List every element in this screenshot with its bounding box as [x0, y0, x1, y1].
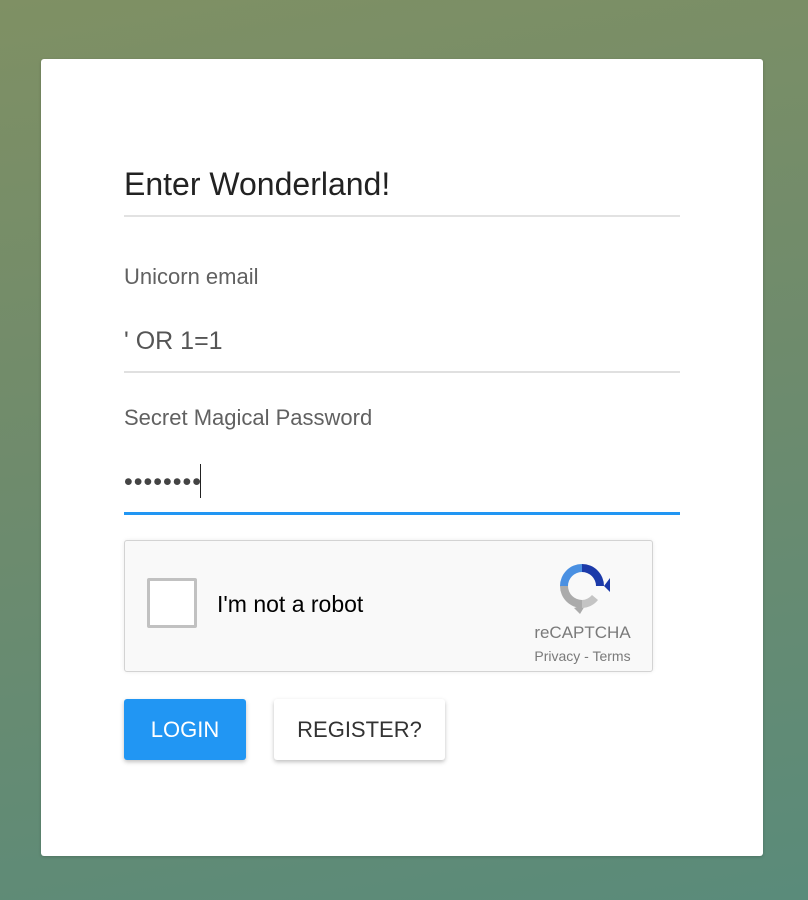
login-button[interactable]: LOGIN: [124, 699, 246, 760]
email-field[interactable]: [124, 323, 680, 373]
recaptcha-links: Privacy - Terms: [529, 648, 636, 664]
register-button[interactable]: REGISTER?: [274, 699, 445, 760]
text-cursor: [200, 464, 201, 498]
recaptcha-brand: reCAPTCHA: [534, 623, 631, 642]
terms-link[interactable]: Terms: [592, 648, 630, 664]
recaptcha-widget: I'm not a robot reCAPTCHA Privacy - Term…: [124, 540, 653, 672]
recaptcha-label: I'm not a robot: [217, 591, 364, 617]
privacy-link[interactable]: Privacy: [534, 648, 580, 664]
recaptcha-checkbox[interactable]: [147, 578, 197, 628]
login-card: Enter Wonderland! Unicorn email Secret M…: [41, 59, 763, 856]
password-field[interactable]: [124, 464, 680, 515]
password-label: Secret Magical Password: [124, 405, 373, 430]
email-label: Unicorn email: [124, 264, 259, 289]
page-title: Enter Wonderland!: [124, 165, 680, 217]
recaptcha-logo-icon: [560, 564, 610, 614]
links-separator: -: [580, 648, 593, 664]
